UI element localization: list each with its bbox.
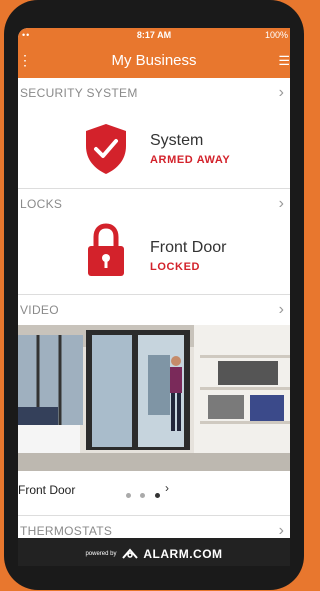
battery-indicator: 100% — [264, 30, 288, 40]
brand-logo-text: ALARM.COM — [143, 546, 223, 561]
camera-snapshot[interactable] — [18, 325, 290, 471]
shield-check-icon — [86, 124, 126, 174]
powered-by-text: powered by — [85, 550, 117, 557]
app-screen: •• 8:17 AM 100% ⋮ My Business ☰ SECURITY… — [18, 28, 290, 566]
carousel-dot[interactable] — [140, 493, 146, 498]
thermostats-header: THERMOSTATS — [20, 524, 113, 538]
security-system-header: SECURITY SYSTEM — [20, 86, 138, 100]
app-header: ⋮ My Business ☰ — [18, 44, 290, 78]
locks-header: LOCKS — [20, 197, 63, 211]
security-status-badge: ARMED AWAY — [150, 154, 231, 166]
carousel-dot[interactable] — [126, 493, 131, 498]
status-bar: •• 8:17 AM 100% — [18, 28, 290, 44]
chevron-right-icon[interactable]: › — [165, 481, 169, 495]
chevron-right-icon[interactable]: › — [279, 195, 284, 213]
clock: 8:17 AM — [136, 30, 172, 40]
powered-by-footer: powered by ALARM.COM — [18, 538, 290, 566]
video-card[interactable]: VIDEO › Front Door › — [18, 295, 290, 516]
chevron-right-icon[interactable]: › — [279, 301, 284, 319]
camera-name: Front Door — [18, 483, 76, 497]
locks-card[interactable]: LOCKS › Front Door LOCKED — [18, 189, 290, 295]
lock-status-badge: LOCKED — [150, 261, 201, 273]
padlock-icon — [88, 223, 124, 276]
alarm-logo-icon — [122, 548, 138, 559]
security-system-card[interactable]: SECURITY SYSTEM › System ARMED AWAY — [18, 78, 290, 189]
carousel-dot-active[interactable] — [154, 493, 160, 498]
chevron-right-icon[interactable]: › — [279, 84, 284, 102]
security-system-title: System — [150, 132, 204, 149]
video-header: VIDEO — [20, 303, 59, 317]
more-options-icon[interactable]: ☰ — [278, 53, 290, 69]
lock-name: Front Door — [150, 239, 227, 256]
page-title: My Business — [111, 52, 197, 69]
carousel-pagination[interactable] — [126, 485, 165, 503]
camera-snapshot-image — [18, 325, 290, 471]
